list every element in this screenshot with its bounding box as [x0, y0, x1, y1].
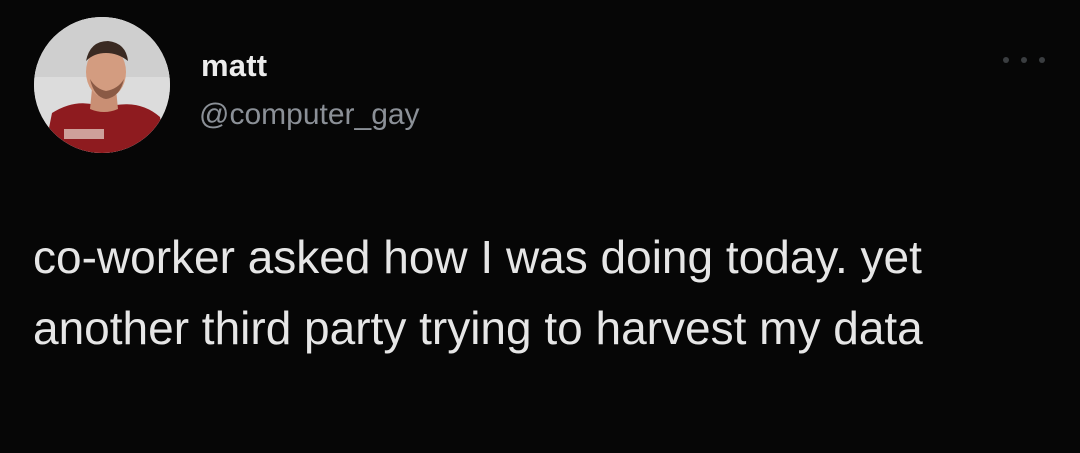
avatar[interactable]: [34, 17, 170, 153]
tweet-text: co-worker asked how I was doing today. y…: [33, 231, 923, 354]
more-dot: [1039, 57, 1045, 63]
author-handle[interactable]: @computer_gay: [199, 98, 420, 132]
more-dot: [1003, 57, 1009, 63]
more-dot: [1021, 57, 1027, 63]
profile-photo-icon: [34, 17, 170, 153]
more-horizontal-icon[interactable]: [1003, 50, 1045, 70]
tweet-card: matt @computer_gay co-worker asked how I…: [0, 0, 1080, 453]
author-display-name[interactable]: matt: [201, 48, 267, 84]
